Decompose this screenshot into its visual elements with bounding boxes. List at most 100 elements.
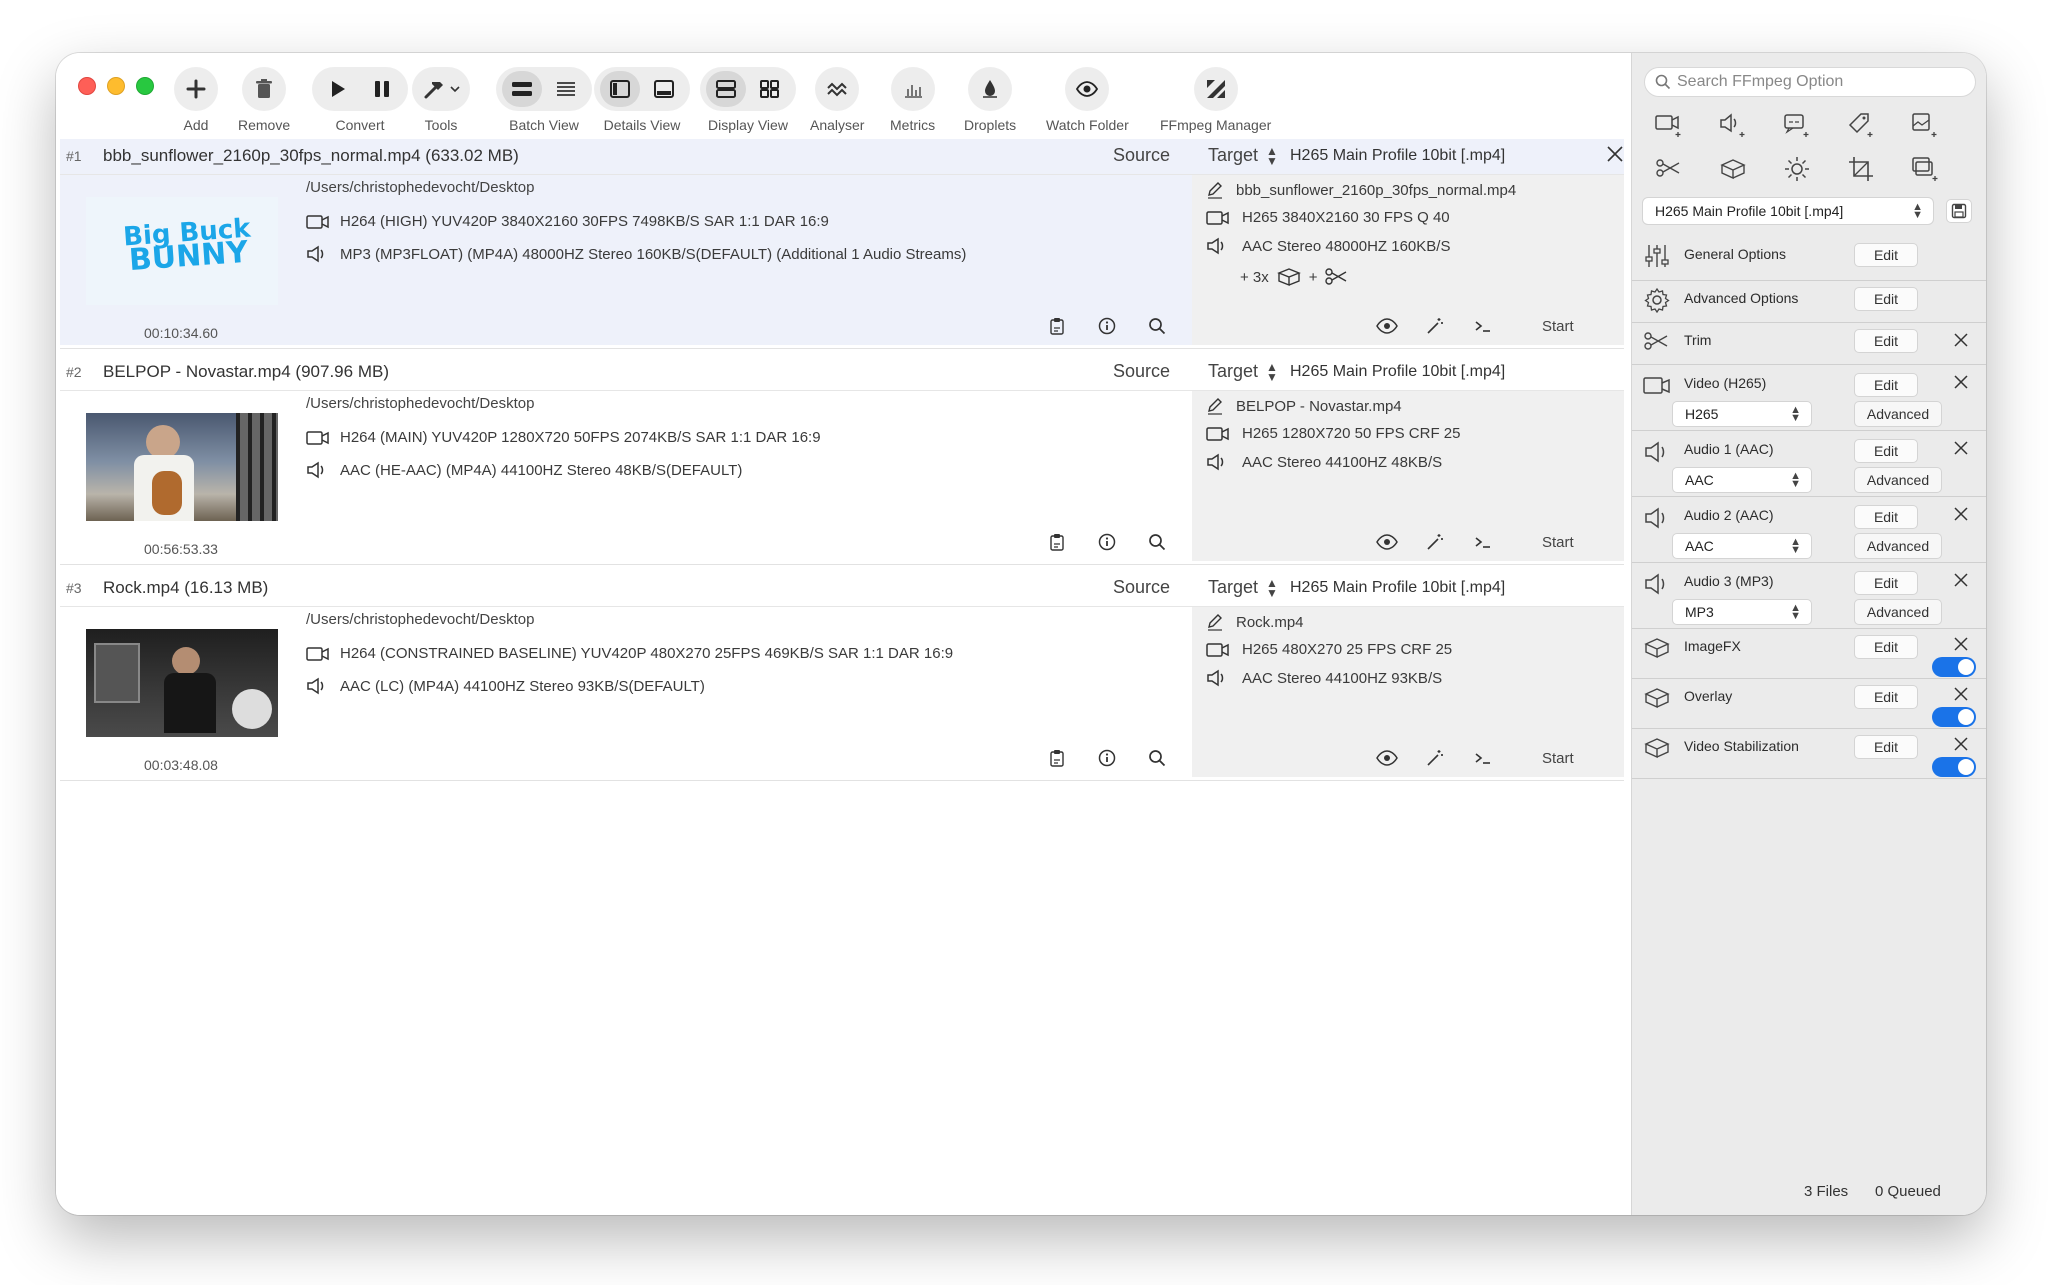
magic-wand-icon[interactable] bbox=[1424, 531, 1446, 553]
search-icon[interactable] bbox=[1146, 531, 1168, 553]
filter-cube-icon[interactable] bbox=[1718, 155, 1748, 183]
preset-select[interactable]: H265 Main Profile 10bit [.mp4] ▲ ▼ bbox=[1642, 197, 1934, 225]
terminal-icon[interactable] bbox=[1472, 315, 1494, 337]
source-actions bbox=[1046, 747, 1168, 769]
info-icon[interactable] bbox=[1096, 531, 1118, 553]
add-button[interactable]: Add bbox=[174, 63, 218, 133]
close-icon[interactable] bbox=[1605, 144, 1625, 164]
target-preset-select[interactable]: H265 Main Profile 10bit [.mp4] bbox=[1290, 363, 1505, 381]
edit-button[interactable]: Edit bbox=[1854, 571, 1918, 595]
overlay-toggle[interactable] bbox=[1932, 707, 1976, 727]
batch-rows-button[interactable] bbox=[502, 71, 542, 107]
close-icon[interactable] bbox=[1952, 373, 1970, 391]
magic-wand-icon[interactable] bbox=[1424, 747, 1446, 769]
clipboard-icon[interactable] bbox=[1046, 747, 1068, 769]
target-preset-select[interactable]: H265 Main Profile 10bit [.mp4] bbox=[1290, 147, 1505, 165]
advanced-button[interactable]: Advanced bbox=[1854, 401, 1942, 427]
trim-icon bbox=[1642, 329, 1672, 355]
details-left-button[interactable] bbox=[600, 71, 640, 107]
play-button[interactable] bbox=[318, 71, 358, 107]
info-icon[interactable] bbox=[1096, 315, 1118, 337]
close-icon[interactable] bbox=[1952, 439, 1970, 457]
preview-eye-icon[interactable] bbox=[1376, 747, 1398, 769]
display-grid-button[interactable] bbox=[750, 71, 790, 107]
edit-button[interactable]: Edit bbox=[1854, 329, 1918, 353]
output-name[interactable]: Rock.mp4 bbox=[1206, 613, 1304, 631]
clipboard-icon[interactable] bbox=[1046, 531, 1068, 553]
edit-button[interactable]: Edit bbox=[1854, 243, 1918, 267]
close-icon[interactable] bbox=[1952, 331, 1970, 349]
analyser-button[interactable]: Analyser bbox=[810, 63, 864, 133]
remove-button[interactable]: Remove bbox=[238, 63, 290, 133]
ffmpeg-manager-button[interactable]: FFmpeg Manager bbox=[1160, 63, 1271, 133]
terminal-icon[interactable] bbox=[1472, 747, 1494, 769]
video-codec-select[interactable]: H265 ▲ ▼ bbox=[1672, 401, 1812, 427]
display-list-button[interactable] bbox=[706, 71, 746, 107]
audio-codec-select[interactable]: AAC ▲ ▼ bbox=[1672, 467, 1812, 493]
file-row-3[interactable]: #3 Rock.mp4 (16.13 MB) Source Target ▲ ▼ … bbox=[60, 571, 1624, 781]
video-thumbnail[interactable]: Big Buck BUNNY bbox=[86, 197, 278, 305]
crop-icon[interactable] bbox=[1846, 155, 1876, 183]
preview-eye-icon[interactable] bbox=[1376, 531, 1398, 553]
add-subtitle-icon[interactable] bbox=[1782, 111, 1812, 139]
edit-button[interactable]: Edit bbox=[1854, 373, 1918, 397]
search-icon[interactable] bbox=[1146, 747, 1168, 769]
stabilization-toggle[interactable] bbox=[1932, 757, 1976, 777]
edit-button[interactable]: Edit bbox=[1854, 685, 1918, 709]
droplets-button[interactable]: Droplets bbox=[964, 63, 1016, 133]
tools-button[interactable]: Tools bbox=[412, 63, 470, 133]
add-video-icon[interactable] bbox=[1654, 111, 1684, 139]
video-thumbnail[interactable] bbox=[86, 413, 278, 521]
clipboard-icon[interactable] bbox=[1046, 315, 1068, 337]
info-icon[interactable] bbox=[1096, 747, 1118, 769]
edit-button[interactable]: Edit bbox=[1854, 505, 1918, 529]
imagefx-toggle[interactable] bbox=[1932, 657, 1976, 677]
advanced-button[interactable]: Advanced bbox=[1854, 533, 1942, 559]
output-name[interactable]: bbb_sunflower_2160p_30fps_normal.mp4 bbox=[1206, 181, 1516, 199]
file-row-2[interactable]: #2 BELPOP - Novastar.mp4 (907.96 MB) Sou… bbox=[60, 355, 1624, 565]
audio-codec-select[interactable]: AAC ▲ ▼ bbox=[1672, 533, 1812, 559]
terminal-icon[interactable] bbox=[1472, 531, 1494, 553]
edit-button[interactable]: Edit bbox=[1854, 439, 1918, 463]
metrics-button[interactable]: Metrics bbox=[890, 63, 935, 133]
close-icon[interactable] bbox=[1952, 685, 1970, 703]
edit-button[interactable]: Edit bbox=[1854, 287, 1918, 311]
batch-view-toggle bbox=[496, 67, 592, 111]
close-icon[interactable] bbox=[1952, 571, 1970, 589]
start-button[interactable]: Start bbox=[1542, 750, 1574, 767]
close-icon[interactable] bbox=[1952, 505, 1970, 523]
trim-icon[interactable] bbox=[1654, 155, 1684, 183]
magic-wand-icon[interactable] bbox=[1424, 315, 1446, 337]
edit-button[interactable]: Edit bbox=[1854, 635, 1918, 659]
close-icon[interactable] bbox=[1952, 635, 1970, 653]
watch-folder-button[interactable]: Watch Folder bbox=[1046, 63, 1129, 133]
batch-list-button[interactable] bbox=[546, 71, 586, 107]
output-audio: AAC Stereo 48000HZ 160KB/S bbox=[1206, 237, 1450, 255]
search-icon[interactable] bbox=[1146, 315, 1168, 337]
add-image-icon[interactable] bbox=[1910, 111, 1940, 139]
close-icon[interactable] bbox=[1952, 735, 1970, 753]
add-overlay-icon[interactable] bbox=[1910, 155, 1940, 183]
edit-button[interactable]: Edit bbox=[1854, 735, 1918, 759]
add-tag-icon[interactable] bbox=[1846, 111, 1876, 139]
audio-codec-select[interactable]: MP3 ▲ ▼ bbox=[1672, 599, 1812, 625]
updown-arrows-icon[interactable]: ▲ ▼ bbox=[1266, 145, 1278, 167]
target-preset-select[interactable]: H265 Main Profile 10bit [.mp4] bbox=[1290, 579, 1505, 597]
search-input[interactable]: Search FFmpeg Option bbox=[1644, 67, 1976, 97]
output-name[interactable]: BELPOP - Novastar.mp4 bbox=[1206, 397, 1402, 415]
add-audio-icon[interactable] bbox=[1718, 111, 1748, 139]
details-right-button[interactable] bbox=[644, 71, 684, 107]
advanced-button[interactable]: Advanced bbox=[1854, 599, 1942, 625]
start-button[interactable]: Start bbox=[1542, 318, 1574, 335]
advanced-button[interactable]: Advanced bbox=[1854, 467, 1942, 493]
preview-eye-icon[interactable] bbox=[1376, 315, 1398, 337]
updown-arrows-icon[interactable]: ▲ ▼ bbox=[1266, 361, 1278, 383]
video-thumbnail[interactable] bbox=[86, 629, 278, 737]
file-row-1[interactable]: #1 bbb_sunflower_2160p_30fps_normal.mp4 … bbox=[60, 139, 1624, 349]
save-preset-button[interactable] bbox=[1946, 199, 1972, 223]
brightness-icon[interactable] bbox=[1782, 155, 1812, 183]
trash-icon bbox=[242, 67, 287, 111]
start-button[interactable]: Start bbox=[1542, 534, 1574, 551]
pause-button[interactable] bbox=[362, 71, 402, 107]
updown-arrows-icon[interactable]: ▲ ▼ bbox=[1266, 577, 1278, 599]
